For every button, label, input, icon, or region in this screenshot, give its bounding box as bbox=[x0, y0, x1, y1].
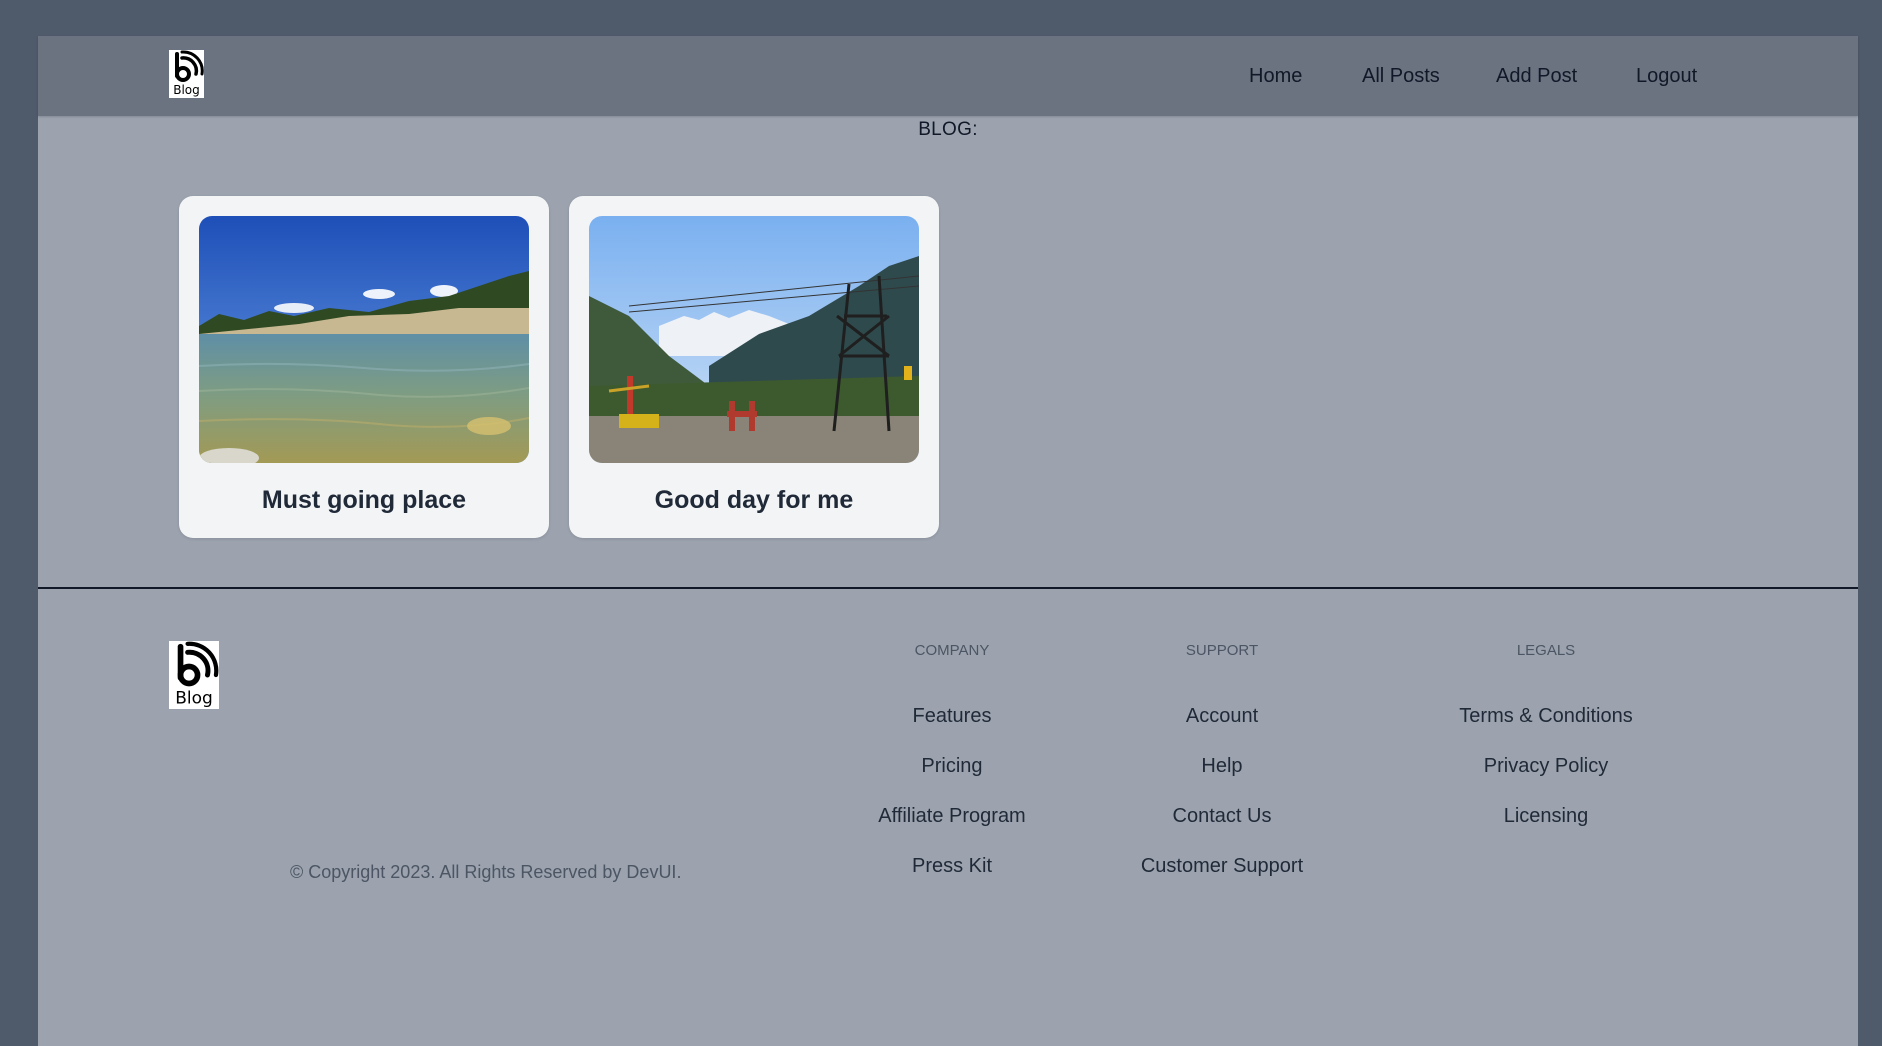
footer-link-terms-conditions[interactable]: Terms & Conditions bbox=[1426, 701, 1666, 751]
top-navbar: Blog Home All Posts Add Post Logout bbox=[38, 36, 1858, 116]
footer-column-company: COMPANY Features Pricing Affiliate Progr… bbox=[852, 641, 1052, 901]
footer-column-legals: LEGALS Terms & Conditions Privacy Policy… bbox=[1426, 641, 1666, 851]
post-image-mountains bbox=[589, 216, 919, 463]
footer-logo[interactable]: Blog bbox=[169, 641, 219, 709]
blog-logo-icon: Blog bbox=[173, 50, 204, 97]
page-title: BLOG: bbox=[918, 119, 978, 140]
post-card[interactable]: Must going place bbox=[179, 196, 549, 538]
post-card[interactable]: Good day for me bbox=[569, 196, 939, 538]
footer-logo-text: Blog bbox=[175, 688, 213, 708]
footer-divider bbox=[38, 587, 1858, 589]
footer-link-licensing[interactable]: Licensing bbox=[1426, 801, 1666, 851]
app-window: Blog Home All Posts Add Post Logout BLOG… bbox=[38, 36, 1858, 1046]
post-image-lake bbox=[199, 216, 529, 463]
footer-heading-support: SUPPORT bbox=[1185, 642, 1259, 659]
footer-heading-company: COMPANY bbox=[914, 642, 990, 659]
post-title: Good day for me bbox=[654, 486, 854, 514]
blog-logo[interactable]: Blog bbox=[169, 50, 204, 98]
footer-link-privacy-policy[interactable]: Privacy Policy bbox=[1426, 751, 1666, 801]
footer-link-press-kit[interactable]: Press Kit bbox=[852, 851, 1052, 901]
nav-logout[interactable]: Logout bbox=[1636, 36, 1697, 116]
footer-link-pricing[interactable]: Pricing bbox=[852, 751, 1052, 801]
blog-logo-text: Blog bbox=[173, 83, 200, 97]
footer-link-customer-support[interactable]: Customer Support bbox=[1122, 851, 1322, 901]
footer-column-support: SUPPORT Account Help Contact Us Customer… bbox=[1122, 641, 1322, 901]
footer-link-account[interactable]: Account bbox=[1122, 701, 1322, 751]
footer-link-affiliate-program[interactable]: Affiliate Program bbox=[852, 801, 1052, 851]
footer-link-contact-us[interactable]: Contact Us bbox=[1122, 801, 1322, 851]
copyright-text: © Copyright 2023. All Rights Reserved by… bbox=[290, 862, 682, 882]
nav-home[interactable]: Home bbox=[1249, 36, 1302, 116]
footer-link-features[interactable]: Features bbox=[852, 701, 1052, 751]
post-title: Must going place bbox=[261, 486, 467, 514]
footer-link-help[interactable]: Help bbox=[1122, 751, 1322, 801]
nav-add-post[interactable]: Add Post bbox=[1496, 36, 1577, 116]
footer-heading-legals: LEGALS bbox=[1516, 642, 1576, 659]
nav-all-posts[interactable]: All Posts bbox=[1362, 36, 1440, 116]
blog-logo-icon: Blog bbox=[175, 641, 219, 708]
